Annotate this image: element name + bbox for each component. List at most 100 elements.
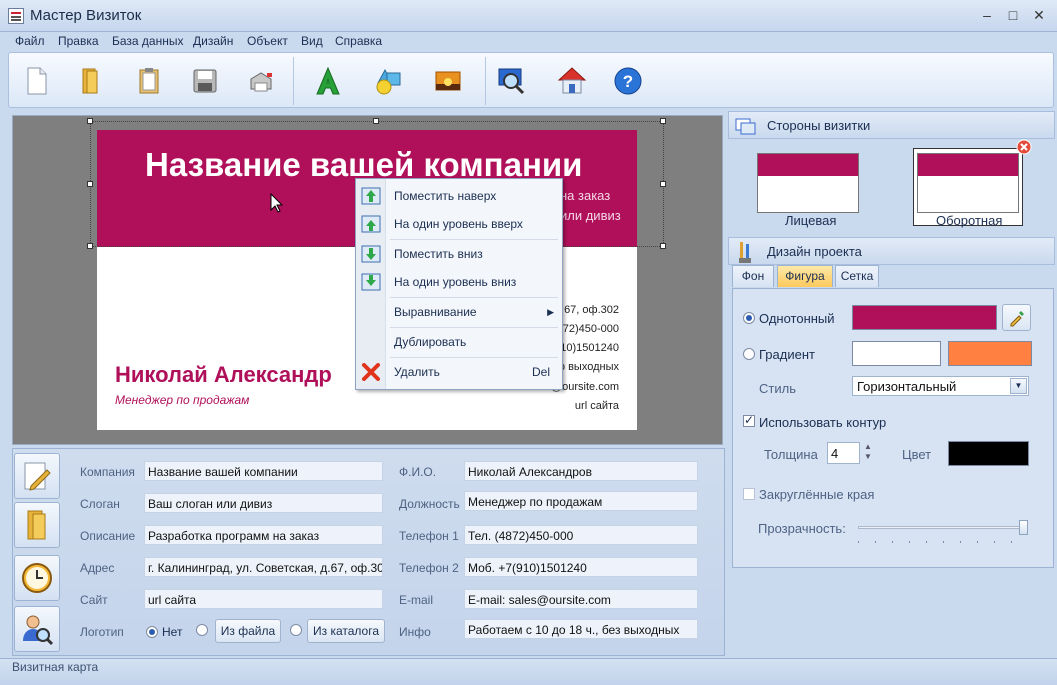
chevron-down-icon[interactable]: ▼ [1010, 378, 1027, 394]
back-side-thumbnail[interactable] [917, 153, 1019, 213]
remove-side-icon[interactable] [1016, 139, 1032, 155]
card-address-text[interactable]: 67, оф.302 [564, 304, 619, 316]
resize-handle[interactable] [87, 243, 93, 249]
slogan-input[interactable]: Ваш слоган или дивиз [144, 493, 383, 513]
logo-none-radio[interactable] [146, 626, 158, 638]
maximize-button[interactable]: □ [1002, 6, 1024, 24]
card-phone1-text[interactable]: 72)450-000 [563, 323, 619, 335]
user-search-icon [23, 615, 54, 646]
outline-color-swatch[interactable] [948, 441, 1029, 466]
info-input[interactable]: Работаем с 10 до 18 ч., без выходных [464, 619, 698, 639]
toolbar: ? [8, 52, 1054, 108]
logo-file-radio[interactable] [196, 624, 208, 636]
logo-from-file-button[interactable]: Из файла [215, 619, 281, 643]
contacts-search-button[interactable] [14, 606, 60, 652]
label-info: Инфо [399, 625, 431, 639]
solid-color-swatch[interactable] [852, 305, 997, 330]
menu-object[interactable]: Объект [247, 34, 288, 48]
gradient-start-swatch[interactable] [852, 341, 941, 366]
resize-handle[interactable] [373, 118, 379, 124]
card-phone2-text[interactable]: 10)1501240 [560, 342, 619, 354]
printer-icon[interactable] [243, 63, 279, 99]
ctx-alignment[interactable]: Выравнивание ▶ [356, 299, 562, 325]
transparency-label: Прозрачность: [758, 521, 846, 536]
status-bar [0, 658, 1057, 685]
shapes-icon[interactable] [370, 63, 406, 99]
transparency-slider-thumb[interactable] [1019, 520, 1028, 535]
image-icon[interactable] [430, 63, 466, 99]
ctx-duplicate[interactable]: Дублировать [356, 329, 562, 355]
tab-shape[interactable]: Фигура [777, 265, 833, 287]
status-text: Визитная карта [12, 660, 99, 674]
ctx-send-backward[interactable]: На один уровень вниз [356, 269, 562, 295]
logo-catalog-radio[interactable] [290, 624, 302, 636]
gradient-end-swatch[interactable] [948, 341, 1032, 366]
text-icon[interactable] [310, 63, 346, 99]
help-icon[interactable]: ? [610, 63, 646, 99]
position-input[interactable]: Менеджер по продажам [464, 491, 698, 511]
resize-handle[interactable] [660, 243, 666, 249]
templates-button[interactable] [14, 502, 60, 548]
label-phone1: Телефон 1 [399, 529, 459, 543]
minimize-button[interactable]: – [976, 6, 998, 24]
outline-color-label: Цвет [902, 447, 932, 462]
resize-handle[interactable] [87, 181, 93, 187]
thickness-spinner[interactable]: ▲ ▼ [862, 442, 874, 464]
color-picker-button[interactable] [1002, 304, 1031, 331]
solid-label: Однотонный [759, 311, 835, 326]
ctx-bring-forward[interactable]: На один уровень вверх [356, 211, 562, 237]
ctx-send-to-back[interactable]: Поместить вниз [356, 241, 562, 267]
label-position: Должность [399, 497, 460, 511]
email-input[interactable]: E-mail: sales@oursite.com [464, 589, 698, 609]
window-title: Мастер Визиток [30, 7, 142, 24]
phone2-input[interactable]: Моб. +7(910)1501240 [464, 557, 698, 577]
description-input[interactable]: Разработка программ на заказ [144, 525, 383, 545]
transparency-slider-track[interactable] [858, 526, 1028, 529]
menu-database[interactable]: База данных [112, 34, 183, 48]
style-select[interactable]: Горизонтальный [852, 376, 1029, 396]
label-site: Сайт [80, 593, 108, 607]
card-name-text[interactable]: Николай Александр [115, 362, 332, 388]
menu-file[interactable]: Файл [15, 34, 45, 48]
use-outline-checkbox[interactable] [743, 413, 755, 427]
thickness-input[interactable]: 4 [827, 442, 860, 464]
solid-radio[interactable] [743, 312, 755, 324]
card-position-text[interactable]: Менеджер по продажам [115, 393, 249, 407]
site-input[interactable]: url сайта [144, 589, 383, 609]
company-input[interactable]: Название вашей компании [144, 461, 383, 481]
phone1-input[interactable]: Тел. (4872)450-000 [464, 525, 698, 545]
card-hours-text[interactable]: ю выходных [557, 361, 619, 373]
tab-grid[interactable]: Сетка [835, 265, 879, 287]
menu-help[interactable]: Справка [335, 34, 382, 48]
zoom-icon[interactable] [493, 63, 529, 99]
logo-from-catalog-button[interactable]: Из каталога [307, 619, 385, 643]
menu-edit[interactable]: Правка [58, 34, 99, 48]
resize-handle[interactable] [660, 181, 666, 187]
home-icon[interactable] [554, 63, 590, 99]
label-slogan: Слоган [80, 497, 120, 511]
menu-design[interactable]: Дизайн [193, 34, 233, 48]
resize-handle[interactable] [87, 118, 93, 124]
gradient-radio[interactable] [743, 348, 755, 360]
sides-panel-header: Стороны визитки [728, 111, 1055, 139]
resize-handle[interactable] [660, 118, 666, 124]
card-url-text[interactable]: url сайта [575, 400, 619, 412]
floppy-disk-icon[interactable] [187, 63, 223, 99]
front-side-label: Лицевая [785, 213, 837, 228]
tab-background[interactable]: Фон [732, 265, 774, 287]
new-document-icon[interactable] [18, 63, 54, 99]
label-fio: Ф.И.О. [399, 465, 437, 479]
edit-text-button[interactable] [14, 453, 60, 499]
history-button[interactable] [14, 555, 60, 601]
menu-view[interactable]: Вид [301, 34, 323, 48]
clipboard-icon[interactable] [131, 63, 167, 99]
open-folder-icon[interactable] [72, 63, 108, 99]
fio-input[interactable]: Николай Александров [464, 461, 698, 481]
front-side-thumbnail[interactable] [757, 153, 859, 213]
close-button[interactable]: ✕ [1028, 6, 1050, 24]
rounded-corners-checkbox[interactable] [743, 488, 755, 500]
ctx-delete[interactable]: Удалить Del [356, 359, 562, 385]
mouse-cursor-icon [270, 193, 284, 213]
ctx-bring-to-front[interactable]: Поместить наверх [356, 183, 562, 209]
address-input[interactable]: г. Калининград, ул. Советская, д.67, оф.… [144, 557, 383, 577]
